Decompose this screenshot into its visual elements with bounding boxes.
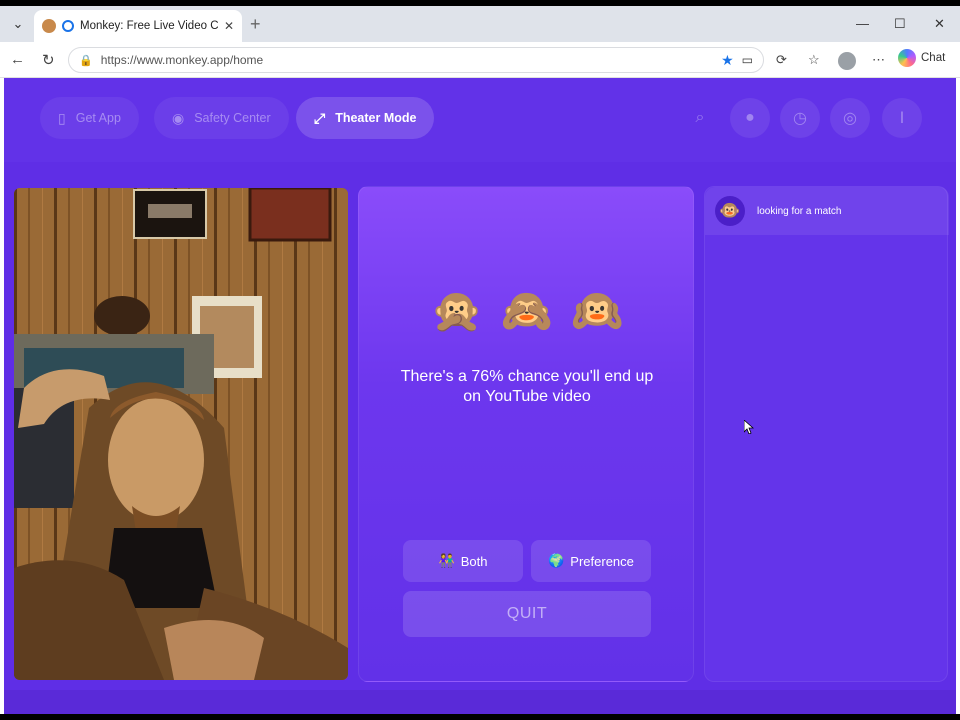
lock-icon: 🔒: [79, 54, 93, 67]
both-label: Both: [460, 553, 488, 569]
monkey-emoji-row: 🙊 🙈 🙉: [359, 287, 695, 336]
match-status-bar: 🐵 looking for a match: [705, 187, 949, 235]
monkey-app: ▯ Get App ◉ Safety Center ⤢ Theater Mode…: [4, 78, 956, 714]
see-no-evil-monkey-icon: 🙈: [500, 287, 554, 334]
status-text: looking for a match: [757, 205, 842, 217]
safety-center-button[interactable]: ◉ Safety Center: [154, 97, 289, 139]
phone-icon: ▯: [58, 109, 66, 126]
url-text: https://www.monkey.app/home: [100, 53, 264, 67]
couple-icon: 👫: [438, 553, 455, 568]
url-field[interactable]: 🔒 https://www.monkey.app/home ★ ▭: [68, 47, 764, 73]
browser-window: ⌄ Monkey: Free Live Video Chat ✕ + — ☐ ✕…: [0, 6, 960, 714]
mouse-cursor-icon: [744, 420, 754, 434]
copilot-label: Chat: [921, 52, 946, 64]
chat-panel: 🐵 looking for a match: [704, 186, 949, 682]
user-avatar-icon[interactable]: ●: [730, 98, 770, 138]
preference-button[interactable]: 🌍 Preference: [531, 540, 651, 582]
expand-icon: ⤢: [314, 109, 326, 126]
preference-label: Preference: [570, 553, 634, 569]
favorite-star-icon[interactable]: ★: [721, 52, 734, 69]
gender-both-button[interactable]: 👫 Both: [403, 540, 523, 582]
copilot-icon: [898, 49, 916, 67]
bottom-bar: [4, 690, 956, 714]
history-clock-icon[interactable]: ◷: [780, 98, 820, 138]
tip-message: There's a 76% chance you'll end up on Yo…: [400, 368, 654, 405]
top-navigation: ▯ Get App ◉ Safety Center ⤢ Theater Mode…: [4, 78, 956, 162]
messages-icon[interactable]: ◎: [830, 98, 870, 138]
profile-avatar[interactable]: [838, 52, 856, 70]
more-menu-icon[interactable]: ⋯: [872, 52, 885, 68]
minimize-icon[interactable]: —: [856, 16, 869, 31]
maximize-icon[interactable]: ☐: [894, 16, 906, 32]
new-tab-button[interactable]: +: [250, 14, 261, 35]
monkey-favicon-icon: [42, 19, 56, 33]
extensions-icon[interactable]: ⟳: [776, 52, 787, 68]
tab-bar: ⌄ Monkey: Free Live Video Chat ✕ + — ☐ ✕: [0, 6, 960, 42]
safety-center-label: Safety Center: [194, 111, 271, 125]
match-panel: 🙊 🙈 🙉 There's a 76% chance you'll end up…: [358, 186, 694, 682]
tab-title: Monkey: Free Live Video Chat: [80, 20, 218, 32]
tab-close-icon[interactable]: ✕: [224, 19, 234, 33]
monkey-face-icon: 🐵: [715, 196, 745, 226]
copilot-chat-button[interactable]: Chat: [898, 49, 945, 67]
hear-no-evil-monkey-icon: 🙉: [571, 287, 624, 334]
tab-list-icon[interactable]: ⌄: [6, 12, 30, 36]
globe-icon: 🌍: [548, 553, 565, 568]
webcam-image: [14, 188, 348, 680]
browser-tab[interactable]: Monkey: Free Live Video Chat ✕: [34, 10, 242, 42]
search-icon[interactable]: ⌕: [680, 98, 720, 138]
camera-in-use-icon[interactable]: ▭: [742, 53, 753, 67]
speak-no-evil-monkey-icon: 🙊: [430, 287, 483, 334]
quit-button[interactable]: QUIT: [403, 591, 651, 637]
reload-icon[interactable]: ↻: [42, 51, 55, 69]
self-video-feed: [14, 188, 348, 680]
shield-check-icon: ◉: [172, 109, 185, 126]
get-app-button[interactable]: ▯ Get App: [40, 97, 139, 139]
get-app-label: Get App: [75, 111, 121, 125]
favorites-icon[interactable]: ☆: [808, 52, 820, 68]
recording-indicator-icon: [62, 20, 74, 32]
address-bar-row: ← ↻ 🔒 https://www.monkey.app/home ★ ▭ ⟳ …: [0, 42, 960, 78]
close-window-icon[interactable]: ✕: [934, 16, 945, 32]
theater-mode-button[interactable]: ⤢ Theater Mode: [296, 97, 435, 139]
back-arrow-icon[interactable]: ←: [10, 51, 25, 68]
profile-icon[interactable]: ⵏ: [882, 98, 922, 138]
theater-mode-label: Theater Mode: [335, 111, 417, 125]
